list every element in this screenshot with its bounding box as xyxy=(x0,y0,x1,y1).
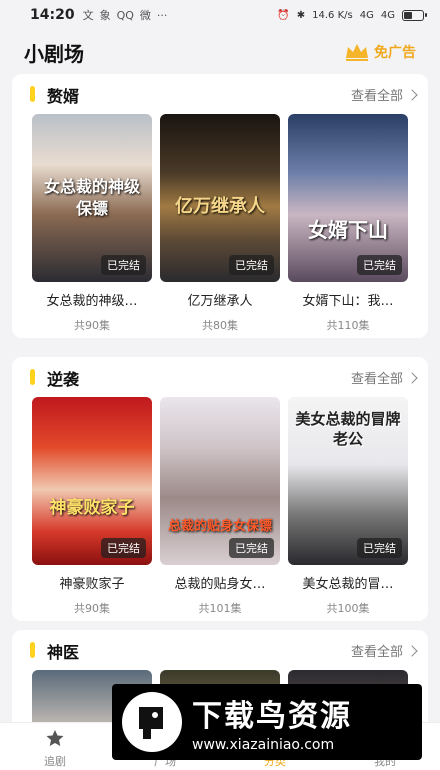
poster-image: 总裁的贴身女保镖 已完结 xyxy=(160,397,280,565)
episode-count: 共90集 xyxy=(74,602,110,615)
poster-image: 神豪败家子 已完结 xyxy=(32,397,152,565)
notification-icon: QQ xyxy=(116,8,134,22)
chevron-right-icon xyxy=(406,644,418,657)
battery-icon xyxy=(402,9,427,21)
section-header: 逆袭 查看全部 xyxy=(12,357,428,397)
poster-title: 亿万继承人 xyxy=(175,196,265,217)
section-zhuixu: 赘婿 查看全部 女总裁的神级保镖 已完结 女总裁的神级… 共90集 亿万继承人 … xyxy=(12,74,428,338)
signal-icon: 4G xyxy=(380,9,395,21)
status-badge: 已完结 xyxy=(101,255,146,275)
poster-title: 女总裁的神级保镖 xyxy=(43,177,140,218)
network-speed: 14.6 K/s xyxy=(312,9,353,21)
section-header: 赘婿 查看全部 xyxy=(12,74,428,114)
episode-count: 共80集 xyxy=(202,319,238,332)
bird-icon xyxy=(139,707,163,739)
status-badge: 已完结 xyxy=(229,538,274,558)
view-all-label: 查看全部 xyxy=(350,89,403,104)
poster-image: 亿万继承人 已完结 xyxy=(160,114,280,282)
section-title: 赘婿 xyxy=(47,87,80,106)
poster-title: 美女总裁的冒牌老公 xyxy=(295,410,401,448)
notification-icon: 微 xyxy=(139,9,151,22)
status-badge: 已完结 xyxy=(101,538,146,558)
episode-count: 共100集 xyxy=(326,602,370,615)
watermark-overlay: 下载鸟资源 www.xiazainiao.com xyxy=(112,684,422,760)
chevron-right-icon xyxy=(406,371,418,384)
notification-icon: 文 xyxy=(82,9,94,22)
view-all-label: 查看全部 xyxy=(350,372,403,387)
view-all-label: 查看全部 xyxy=(350,645,403,660)
poster-image: 美女总裁的冒牌老公 已完结 xyxy=(288,397,408,565)
card-title: 神豪败家子 xyxy=(59,577,125,592)
poster-title: 总裁的贴身女保镖 xyxy=(168,519,273,534)
more-notifications-icon: ··· xyxy=(156,8,168,22)
crown-icon xyxy=(346,44,368,61)
section-nixi: 逆袭 查看全部 神豪败家子 已完结 神豪败家子 共90集 总裁的贴身女保镖 已完… xyxy=(12,357,428,621)
tab-zhuiju[interactable]: 追剧 xyxy=(15,729,95,769)
ad-free-button[interactable]: 免广告 xyxy=(344,42,416,62)
section-header: 神医 查看全部 xyxy=(12,630,428,670)
notification-icon: 象 xyxy=(99,9,111,22)
status-badge: 已完结 xyxy=(357,538,402,558)
watermark-title: 下载鸟资源 xyxy=(192,699,352,734)
status-bar: 14:20 文 象 QQ 微 ··· ⏰ ✱ 14.6 K/s 4G 4G xyxy=(0,0,440,30)
card-title: 亿万继承人 xyxy=(187,294,253,309)
star-icon xyxy=(46,730,64,746)
chevron-right-icon xyxy=(406,88,418,101)
section-accent-bar xyxy=(30,642,35,658)
status-right: ⏰ ✱ 14.6 K/s 4G 4G xyxy=(277,9,427,21)
status-time: 14:20 xyxy=(30,7,75,23)
section-accent-bar xyxy=(30,86,35,102)
section-title: 逆袭 xyxy=(47,370,80,389)
page-title: 小剧场 xyxy=(24,41,84,66)
card-title: 女婿下山：我… xyxy=(302,294,394,309)
poster-image: 女总裁的神级保镖 已完结 xyxy=(32,114,152,282)
ad-free-label: 免广告 xyxy=(374,45,416,61)
notification-icons: 文 象 QQ 微 ··· xyxy=(83,7,168,23)
poster-title: 神豪败家子 xyxy=(49,498,135,518)
signal-icon: 4G xyxy=(359,9,374,21)
view-all-link[interactable]: 查看全部 xyxy=(350,368,418,387)
watermark-url: www.xiazainiao.com xyxy=(192,737,335,753)
episode-count: 共110集 xyxy=(326,319,370,332)
app-header: 小剧场 免广告 xyxy=(0,34,440,70)
section-accent-bar xyxy=(30,369,35,385)
watermark-text: 下载鸟资源 www.xiazainiao.com xyxy=(192,691,352,753)
status-badge: 已完结 xyxy=(229,255,274,275)
bird-logo-icon xyxy=(122,692,182,752)
alarm-icon: ⏰ xyxy=(277,9,290,21)
card-title: 总裁的贴身女… xyxy=(174,577,266,592)
view-all-link[interactable]: 查看全部 xyxy=(350,85,418,104)
bluetooth-icon: ✱ xyxy=(296,9,306,21)
card-title: 女总裁的神级… xyxy=(46,294,138,309)
poster-image: 女婿下山 已完结 xyxy=(288,114,408,282)
tab-label: 追剧 xyxy=(44,755,66,768)
battery-fill xyxy=(404,11,412,19)
episode-count: 共101集 xyxy=(198,602,242,615)
status-badge: 已完结 xyxy=(357,255,402,275)
poster-title: 女婿下山 xyxy=(308,218,388,242)
view-all-link[interactable]: 查看全部 xyxy=(350,641,418,660)
section-title: 神医 xyxy=(47,643,80,662)
card-title: 美女总裁的冒… xyxy=(302,577,394,592)
episode-count: 共90集 xyxy=(74,319,110,332)
